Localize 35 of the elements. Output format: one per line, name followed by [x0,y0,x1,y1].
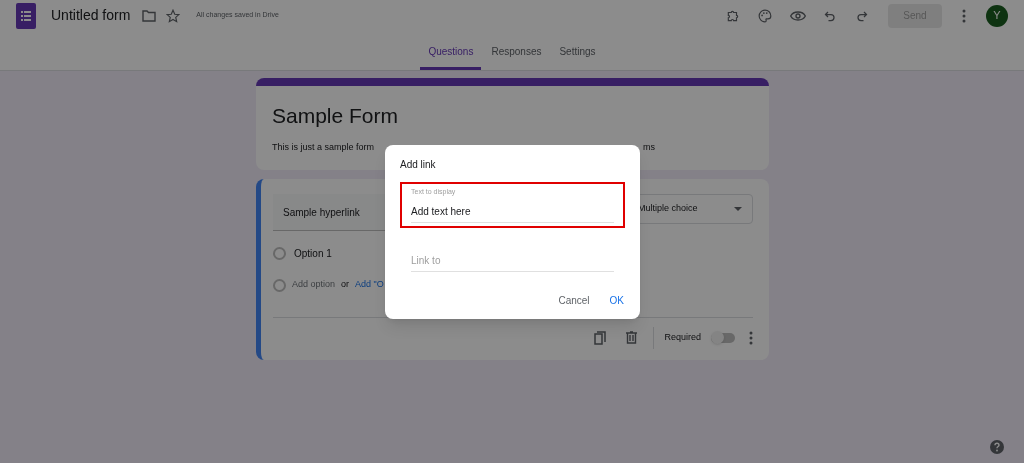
eye-icon[interactable] [790,9,806,22]
dialog-title: Add link [399,158,437,172]
caret-icon [734,207,742,211]
required-toggle[interactable] [711,332,735,343]
more-icon[interactable] [962,8,966,23]
input-field[interactable]: Add text here [411,200,614,223]
form-description[interactable]: This is just a sample form [272,140,375,154]
tab[interactable]: Settings [551,40,604,70]
undo-icon[interactable] [824,9,836,22]
copy-icon[interactable] [594,330,607,345]
or-text: or [341,278,350,292]
radio-icon [273,278,286,292]
palette-icon[interactable] [758,8,772,23]
add-other-link[interactable]: Add "O [355,278,384,292]
form-heading[interactable]: Sample Form [272,100,753,132]
form-description[interactable]: ms [643,140,655,154]
help-icon[interactable] [990,440,1004,454]
form-title[interactable]: Untitled form [51,5,131,26]
trash-icon[interactable] [626,331,638,344]
tab[interactable]: Questions [420,40,482,70]
avatar[interactable]: Y [986,4,1008,27]
option-label: Option 1 [294,246,332,261]
redo-icon[interactable] [856,9,868,22]
folder-icon[interactable] [142,9,157,22]
add-option-link[interactable]: Add option [292,278,336,292]
more-icon[interactable] [749,330,753,345]
input-field[interactable]: Link to [411,249,614,272]
forms-logo-icon[interactable] [16,2,36,29]
dialog-button[interactable]: OK [604,288,629,312]
star-icon[interactable] [166,8,181,23]
radio-icon[interactable] [273,246,286,260]
puzzle-icon[interactable] [726,8,740,23]
required-label: Required [664,330,701,344]
dialog-button[interactable]: Cancel [553,288,595,312]
tab[interactable]: Responses [483,40,550,70]
